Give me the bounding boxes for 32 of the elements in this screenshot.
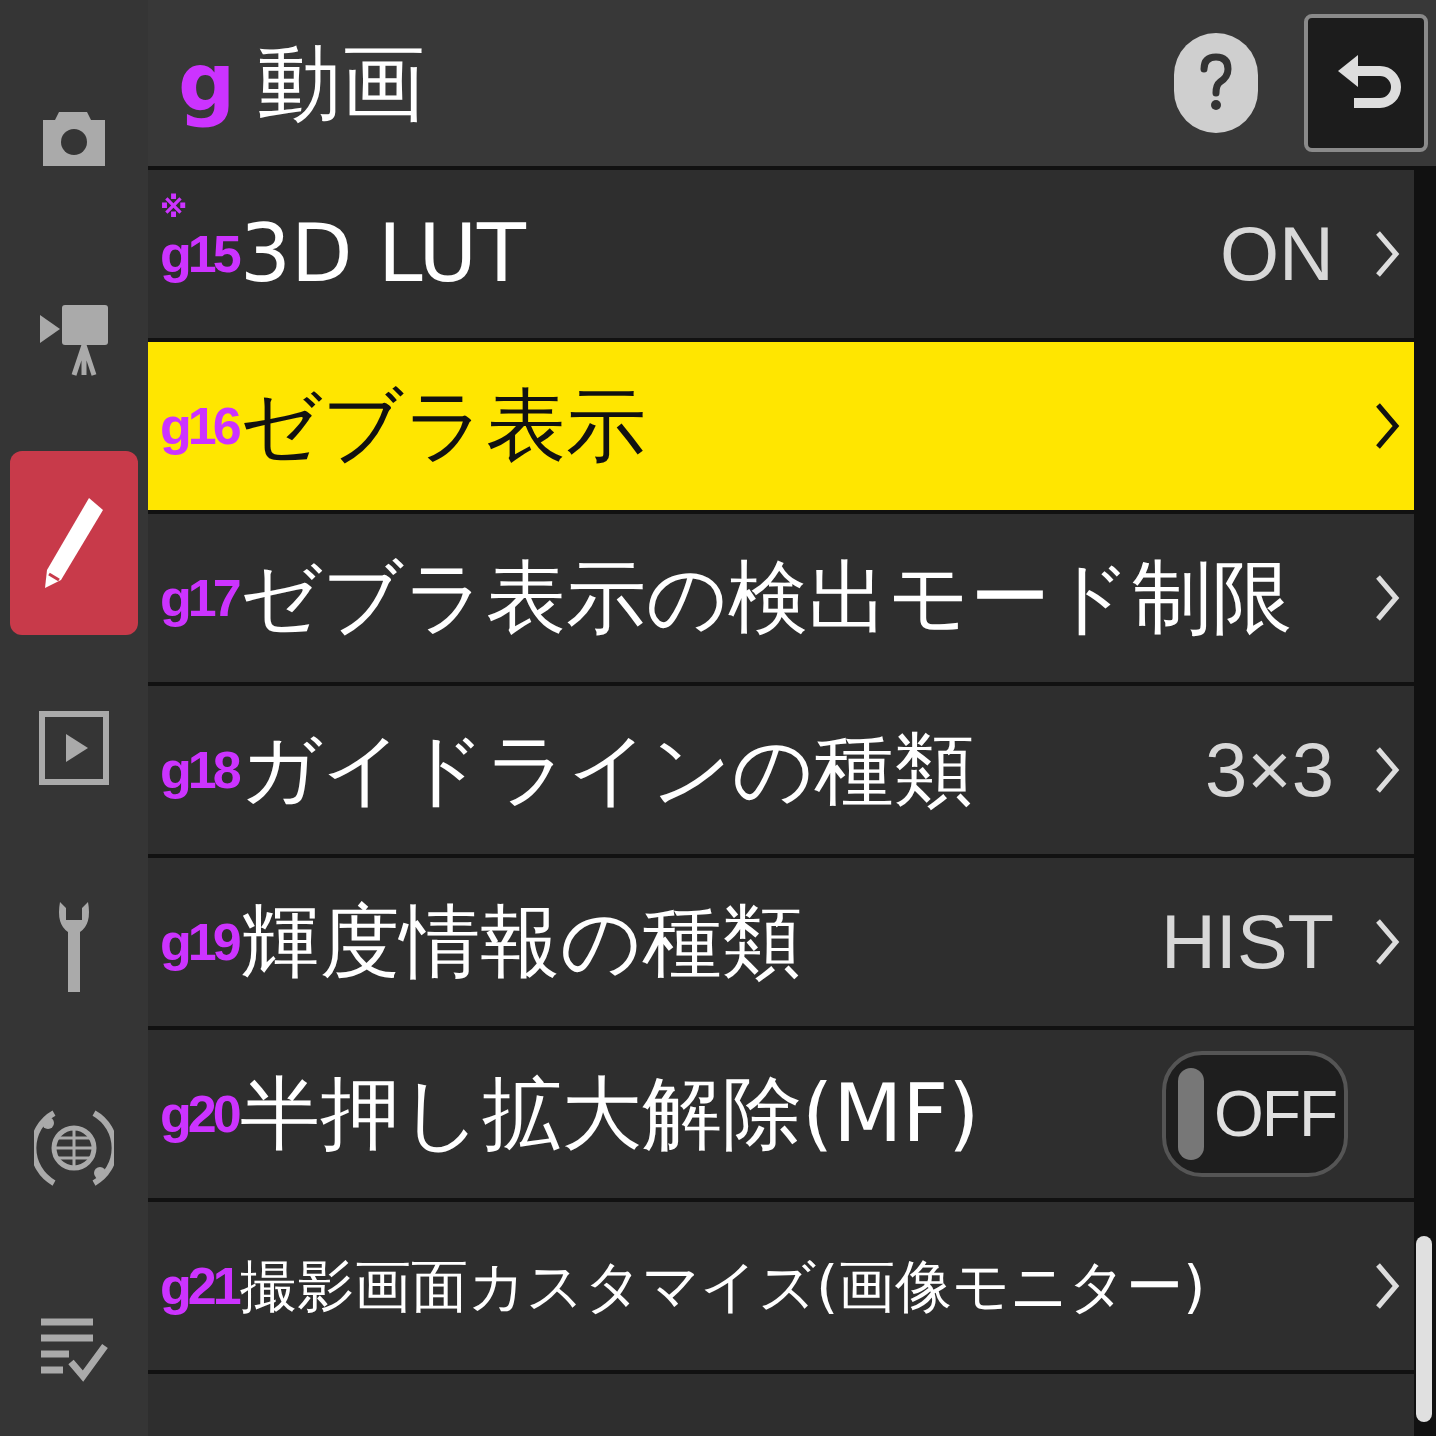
question-icon — [1198, 53, 1234, 113]
chevron-right-icon — [1374, 1261, 1400, 1311]
menu-row[interactable]: g21撮影画面カスタマイズ(画像モニター) — [148, 1202, 1414, 1370]
menu-row[interactable]: g16ゼブラ表示 — [148, 342, 1414, 510]
chevron-right-icon — [1374, 745, 1400, 795]
chevron-right-icon — [1374, 229, 1400, 279]
back-button[interactable] — [1304, 14, 1428, 152]
item-label: 撮影画面カスタマイズ(画像モニター) — [240, 1257, 1206, 1315]
playback-icon — [38, 709, 110, 786]
item-label: ゼブラ表示 — [240, 386, 646, 466]
item-label: ガイドラインの種類 — [240, 730, 974, 810]
scrollbar-thumb[interactable] — [1416, 1236, 1432, 1422]
item-value: HIST — [1160, 904, 1334, 980]
menu-title: 動画 — [257, 41, 426, 125]
section-code: g — [178, 35, 236, 131]
item-label: 半押し拡大解除(MF) — [240, 1074, 980, 1154]
chevron-right-icon — [1374, 401, 1400, 451]
menu-row[interactable]: g17ゼブラ表示の検出モード制限 — [148, 514, 1414, 682]
note-mark: ※ — [160, 194, 188, 222]
menu-row[interactable]: g20半押し拡大解除(MF) OFF — [148, 1030, 1414, 1198]
sidebar-tab[interactable] — [10, 450, 138, 635]
item-label: 3D LUT — [240, 214, 526, 294]
menu-row[interactable]: g19輝度情報の種類 HIST — [148, 858, 1414, 1026]
toggle-switch[interactable]: OFF — [1162, 1051, 1348, 1177]
chevron-right-icon — [1374, 573, 1400, 623]
chevron-right-icon — [1374, 917, 1400, 967]
toggle-label: OFF — [1214, 1082, 1336, 1146]
item-value: ON — [1220, 216, 1334, 292]
item-label: 輝度情報の種類 — [240, 902, 802, 982]
menu-row[interactable]: g18ガイドラインの種類 3×3 — [148, 686, 1414, 854]
item-label: ゼブラ表示の検出モード制限 — [240, 558, 1292, 638]
item-value: 3×3 — [1205, 732, 1334, 808]
